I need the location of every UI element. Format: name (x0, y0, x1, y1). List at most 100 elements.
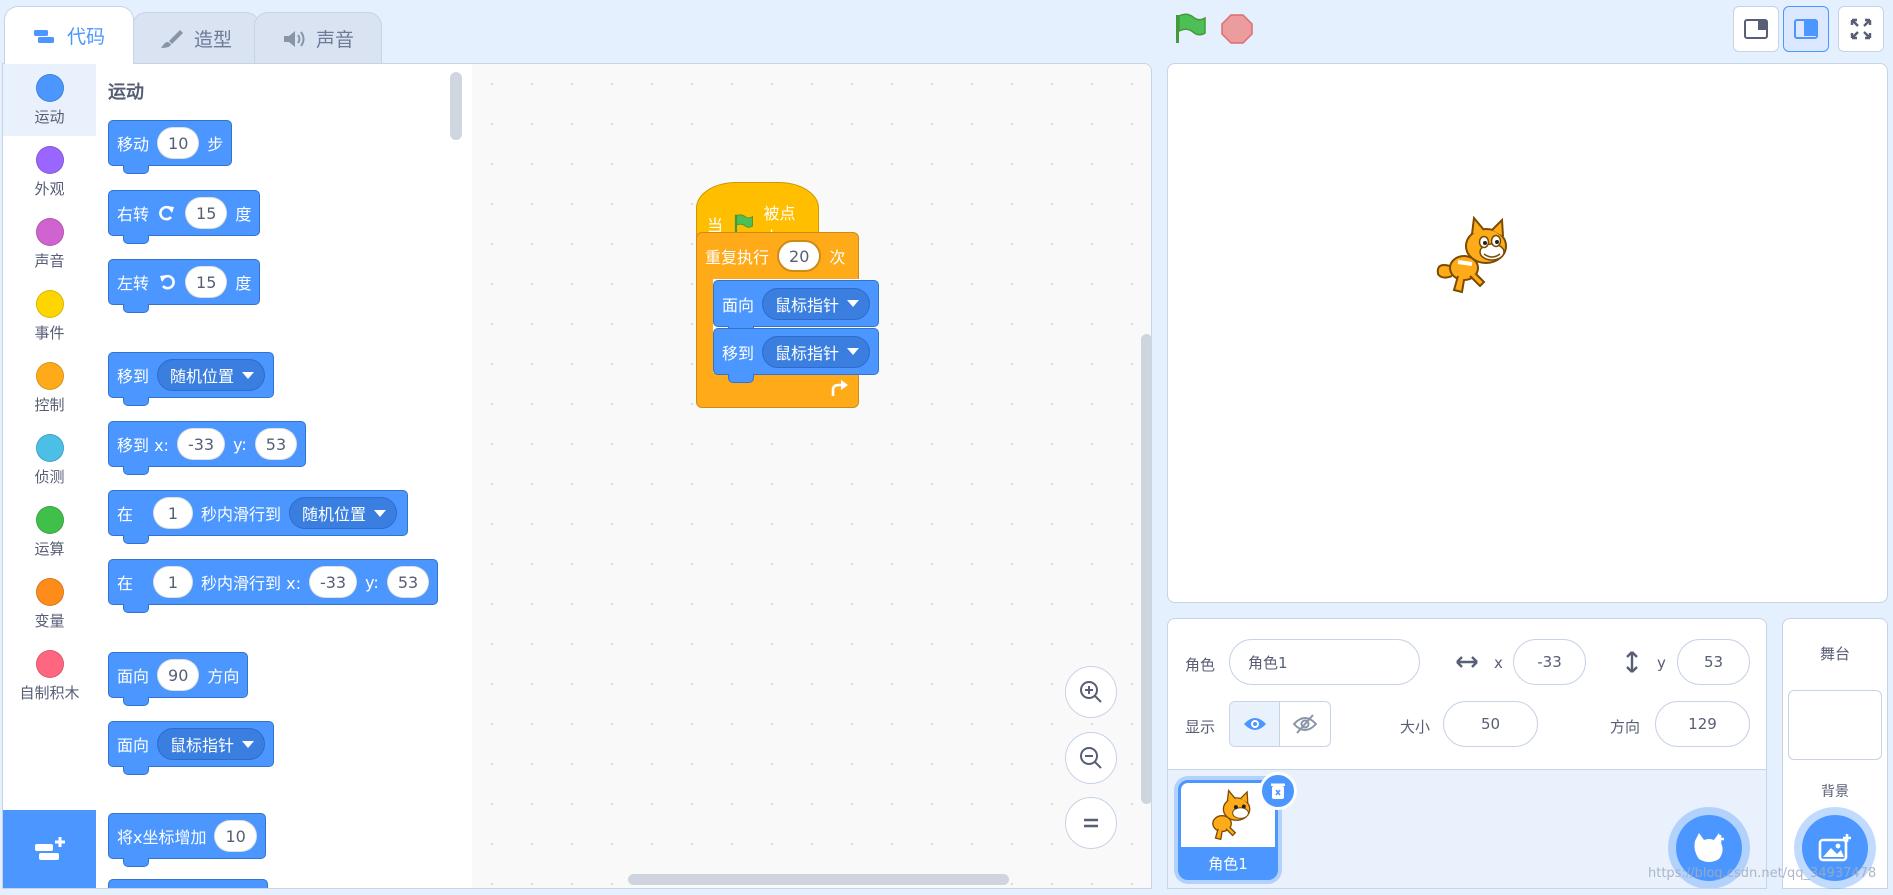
repeat-arrow-icon (831, 380, 848, 396)
size-input[interactable]: 50 (1443, 701, 1538, 747)
goto-script-block[interactable]: 移到 鼠标指针 (713, 328, 880, 383)
workspace-horizontal-scrollbar[interactable] (628, 874, 1009, 885)
large-stage-button[interactable] (1783, 6, 1829, 52)
code-icon (33, 29, 54, 43)
show-toggle-group (1229, 701, 1331, 747)
block-text: y: (233, 434, 247, 454)
category-dot (35, 578, 64, 606)
zoom-out-button[interactable] (1065, 732, 1117, 784)
fullscreen-button[interactable] (1838, 6, 1884, 52)
x-input[interactable]: -33 (308, 566, 358, 598)
block-text: 移到 (722, 343, 755, 363)
sprite-name-input[interactable]: 角色1 (1229, 639, 1420, 685)
small-stage-button[interactable] (1733, 6, 1779, 52)
move-steps-block[interactable]: 移动 10 步 (108, 120, 233, 174)
category-dot (35, 434, 64, 462)
green-flag-icon[interactable] (1173, 13, 1207, 45)
hide-sprite-button[interactable] (1280, 702, 1330, 746)
add-extension-button[interactable] (3, 810, 96, 888)
size-value: 50 (1480, 715, 1501, 733)
dropdown-caret-icon (242, 740, 255, 748)
block-text: 在 (117, 505, 134, 524)
change-x-input[interactable]: 10 (214, 820, 257, 852)
x-position-input[interactable]: -33 (1513, 639, 1586, 685)
goto-target-dropdown[interactable]: 随机位置 (157, 359, 266, 391)
change-x-block[interactable]: 将x坐标增加 10 (108, 813, 266, 867)
rotate-left-icon (160, 274, 175, 290)
category-dot (35, 218, 64, 246)
stage-thumbnail[interactable] (1788, 690, 1882, 760)
repeat-count-input[interactable]: 20 (777, 240, 822, 272)
code-editor: 运动 外观 声音 事件 控制 侦测 运算 变量 自制积木 运动 移动 10 步 … (2, 63, 1152, 889)
dropdown-value: 鼠标指针 (170, 736, 235, 755)
block-palette: 运动 移动 10 步 右转 15 度 左转 15 度 移到 随机位置 移到 x:… (96, 64, 473, 888)
cat-costume-icon (1212, 789, 1251, 841)
glide-xy-block[interactable]: 在 1 秒内滑行到 x: -33 y: 53 (108, 559, 439, 613)
category-control[interactable]: 控制 (3, 352, 96, 424)
degrees-input[interactable]: 15 (185, 197, 228, 229)
turn-left-block[interactable]: 左转 15 度 (108, 259, 261, 313)
palette-section-title: 运动 (108, 82, 144, 103)
block-text: 面向 (117, 736, 150, 755)
y-input[interactable]: 53 (254, 428, 298, 460)
add-backdrop-icon (1818, 834, 1851, 862)
delete-sprite-button[interactable] (1259, 772, 1297, 810)
palette-scrollbar[interactable] (450, 72, 462, 140)
category-label: 运动 (34, 108, 65, 126)
glide-block[interactable]: 在 1 秒内滑行到 随机位置 (108, 490, 409, 544)
point-direction-block[interactable]: 面向 90 方向 (108, 652, 249, 706)
zoom-in-button[interactable] (1065, 666, 1117, 718)
towards-dropdown[interactable]: 鼠标指针 (762, 287, 871, 320)
y-input[interactable]: 53 (386, 566, 430, 598)
category-label: 事件 (34, 324, 65, 342)
category-label: 外观 (34, 180, 65, 198)
category-sound[interactable]: 声音 (3, 208, 96, 280)
goto-xy-block[interactable]: 移到 x: -33 y: 53 (108, 421, 307, 475)
direction-input[interactable]: 90 (157, 659, 200, 691)
sprite-thumb-label: 角色1 (1208, 855, 1248, 873)
block-text: 左转 (117, 274, 150, 293)
seconds-input[interactable]: 1 (153, 497, 194, 529)
category-motion[interactable]: 运动 (3, 64, 96, 136)
turn-right-block[interactable]: 右转 15 度 (108, 190, 261, 244)
tab-code[interactable]: 代码 (4, 6, 134, 64)
degrees-input[interactable]: 15 (185, 266, 228, 298)
stop-icon[interactable] (1220, 13, 1254, 45)
goto-block[interactable]: 移到 随机位置 (108, 352, 275, 406)
towards-dropdown[interactable]: 鼠标指针 (157, 728, 266, 760)
category-label: 侦测 (34, 468, 65, 486)
tab-sounds[interactable]: 声音 (254, 12, 382, 64)
stage-pane-title: 舞台 (1819, 645, 1850, 663)
category-events[interactable]: 事件 (3, 280, 96, 352)
goto-target-dropdown[interactable]: 鼠标指针 (762, 335, 871, 368)
direction-input[interactable]: 129 (1655, 701, 1750, 747)
x-input[interactable]: -33 (176, 428, 226, 460)
stage-target-pane[interactable]: 舞台 背景 (1782, 618, 1888, 889)
category-myblocks[interactable]: 自制积木 (3, 640, 96, 712)
repeat-block[interactable]: 重复执行 20 次 (696, 232, 859, 279)
category-looks[interactable]: 外观 (3, 136, 96, 208)
point-towards-script-block[interactable]: 面向 鼠标指针 (713, 280, 880, 335)
category-sensing[interactable]: 侦测 (3, 424, 96, 496)
speaker-icon (283, 30, 305, 47)
steps-input[interactable]: 10 (157, 127, 200, 159)
seconds-input[interactable]: 1 (153, 566, 194, 598)
show-sprite-button[interactable] (1230, 702, 1281, 746)
workspace-vertical-scrollbar[interactable] (1141, 334, 1151, 804)
sprite-info-pane: 角色 角色1 x -33 y 53 显示 大小 50 方向 129 角色1 (1167, 618, 1767, 889)
block-text: 移到 (117, 367, 150, 386)
zoom-reset-button[interactable] (1065, 797, 1117, 849)
partial-block[interactable] (108, 879, 268, 888)
category-operators[interactable]: 运算 (3, 496, 96, 568)
cat-sprite[interactable] (1432, 214, 1514, 296)
glide-target-dropdown[interactable]: 随机位置 (289, 497, 398, 529)
point-towards-block[interactable]: 面向 鼠标指针 (108, 721, 275, 775)
size-label: 大小 (1400, 718, 1431, 736)
y-position-input[interactable]: 53 (1677, 639, 1750, 685)
script-workspace[interactable]: 当 被点击 重复执行 20 次 面向 鼠标指针 (472, 64, 1151, 888)
add-extension-icon (34, 837, 65, 860)
category-variables[interactable]: 变量 (3, 568, 96, 640)
block-text: 秒内滑行到 x: (201, 574, 301, 593)
stage-canvas[interactable] (1167, 63, 1888, 603)
tab-costumes[interactable]: 造型 (132, 12, 260, 64)
